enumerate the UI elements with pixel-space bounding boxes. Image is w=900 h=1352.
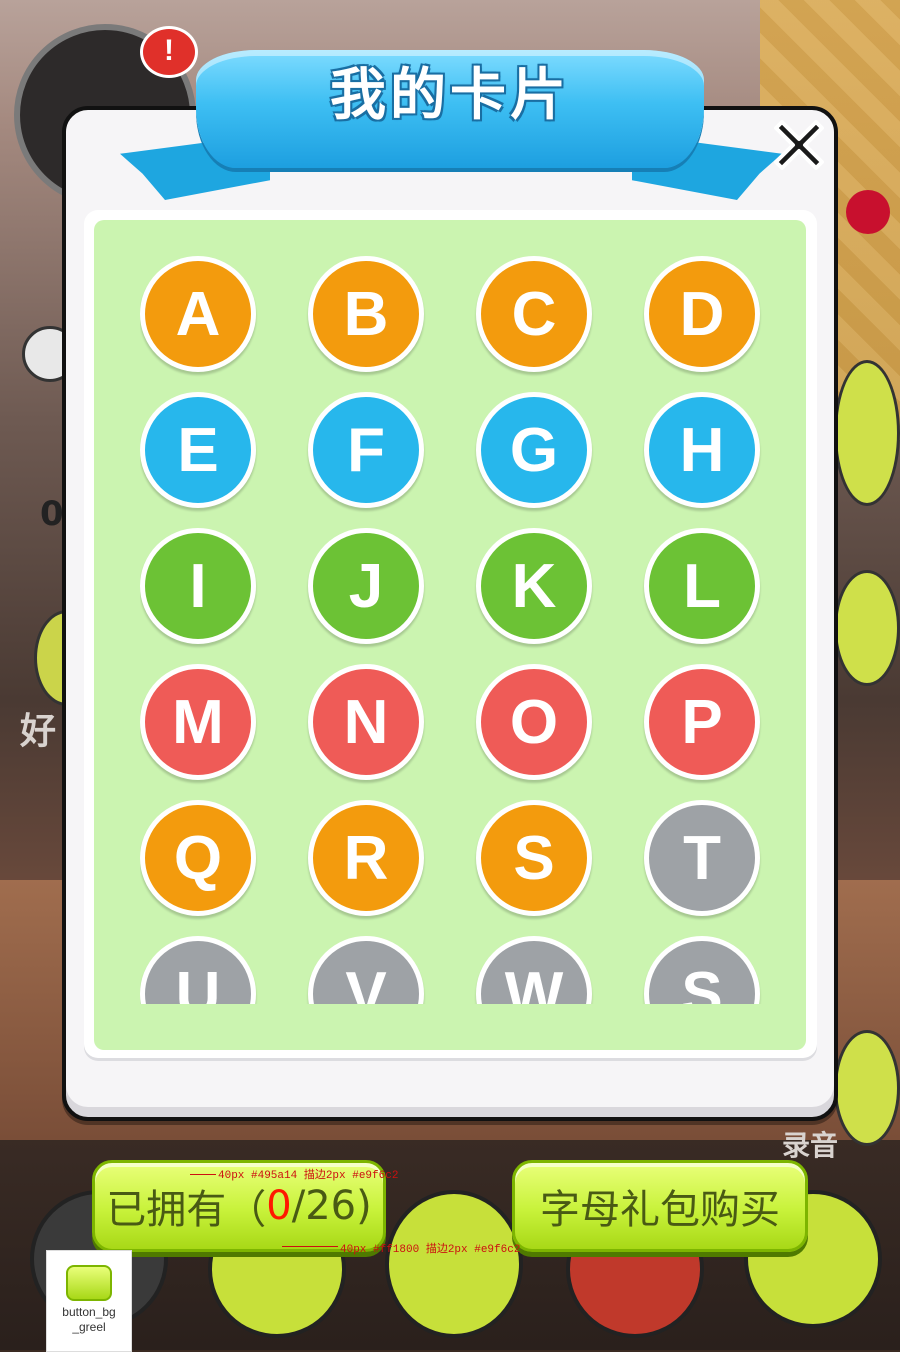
background-record-label: 录音 <box>782 1129 839 1162</box>
owned-total: /26) <box>291 1183 372 1229</box>
letter-card-v[interactable]: V <box>308 936 424 1004</box>
alert-badge: ! <box>140 26 198 78</box>
cards-grid-container[interactable]: ABCDEFGHIJKLMNOPQRSTUVWS <box>94 220 806 1050</box>
letter-card-u[interactable]: U <box>140 936 256 1004</box>
background-left-label: 好 <box>20 711 57 752</box>
letter-card-p[interactable]: P <box>644 664 760 780</box>
letter-card-s[interactable]: S <box>476 800 592 916</box>
letter-card-r[interactable]: R <box>308 800 424 916</box>
cards-grid[interactable]: ABCDEFGHIJKLMNOPQRSTUVWS <box>140 256 764 1004</box>
letter-card-d[interactable]: D <box>644 256 760 372</box>
letter-card-i[interactable]: I <box>140 528 256 644</box>
letter-card-o[interactable]: O <box>476 664 592 780</box>
button-bg-swatch <box>66 1265 112 1301</box>
background-right-circle-2 <box>834 570 900 686</box>
letter-card-c[interactable]: C <box>476 256 592 372</box>
annotation-line-top <box>190 1174 216 1175</box>
letter-card-q[interactable]: Q <box>140 800 256 916</box>
background-right-circle <box>834 360 900 506</box>
letter-card-a[interactable]: A <box>140 256 256 372</box>
legend-caption-2: _greel <box>72 1320 106 1334</box>
letter-card-k[interactable]: K <box>476 528 592 644</box>
letter-card-g[interactable]: G <box>476 392 592 508</box>
background-fork-spoon-icon <box>385 1190 523 1338</box>
letter-card-e[interactable]: E <box>140 392 256 508</box>
owned-count: 0 <box>266 1183 292 1229</box>
letter-card-w[interactable]: W <box>476 936 592 1004</box>
letter-card-b[interactable]: B <box>308 256 424 372</box>
background-left-number: 0 <box>40 494 64 534</box>
letter-card-f[interactable]: F <box>308 392 424 508</box>
buy-letter-pack-button[interactable]: 字母礼包购买 <box>512 1160 808 1252</box>
letter-card-l[interactable]: L <box>644 528 760 644</box>
annotation-bottom: 40px #ff1800 描边2px #e9f6c2 <box>340 1244 521 1256</box>
letter-card-h[interactable]: H <box>644 392 760 508</box>
dialog-title: 我的卡片 <box>330 63 570 128</box>
annotation-line-bottom <box>282 1246 338 1247</box>
letter-card-n[interactable]: N <box>308 664 424 780</box>
letter-card-t[interactable]: T <box>644 800 760 916</box>
legend-caption-1: button_bg <box>62 1305 116 1319</box>
owned-prefix: 已拥有（ <box>106 1187 267 1233</box>
close-x-icon <box>774 120 824 170</box>
letter-card-s[interactable]: S <box>644 936 760 1004</box>
background-heart-icon <box>846 190 890 234</box>
annotation-top: 40px #495a14 描边2px #e9f6c2 <box>218 1170 399 1182</box>
letter-card-m[interactable]: M <box>140 664 256 780</box>
letter-card-j[interactable]: J <box>308 528 424 644</box>
background-right-circle-3 <box>834 1030 900 1146</box>
close-button[interactable] <box>766 112 832 178</box>
asset-legend: button_bg _greel <box>46 1250 132 1352</box>
buy-letter-pack-label: 字母礼包购买 <box>540 1187 780 1233</box>
